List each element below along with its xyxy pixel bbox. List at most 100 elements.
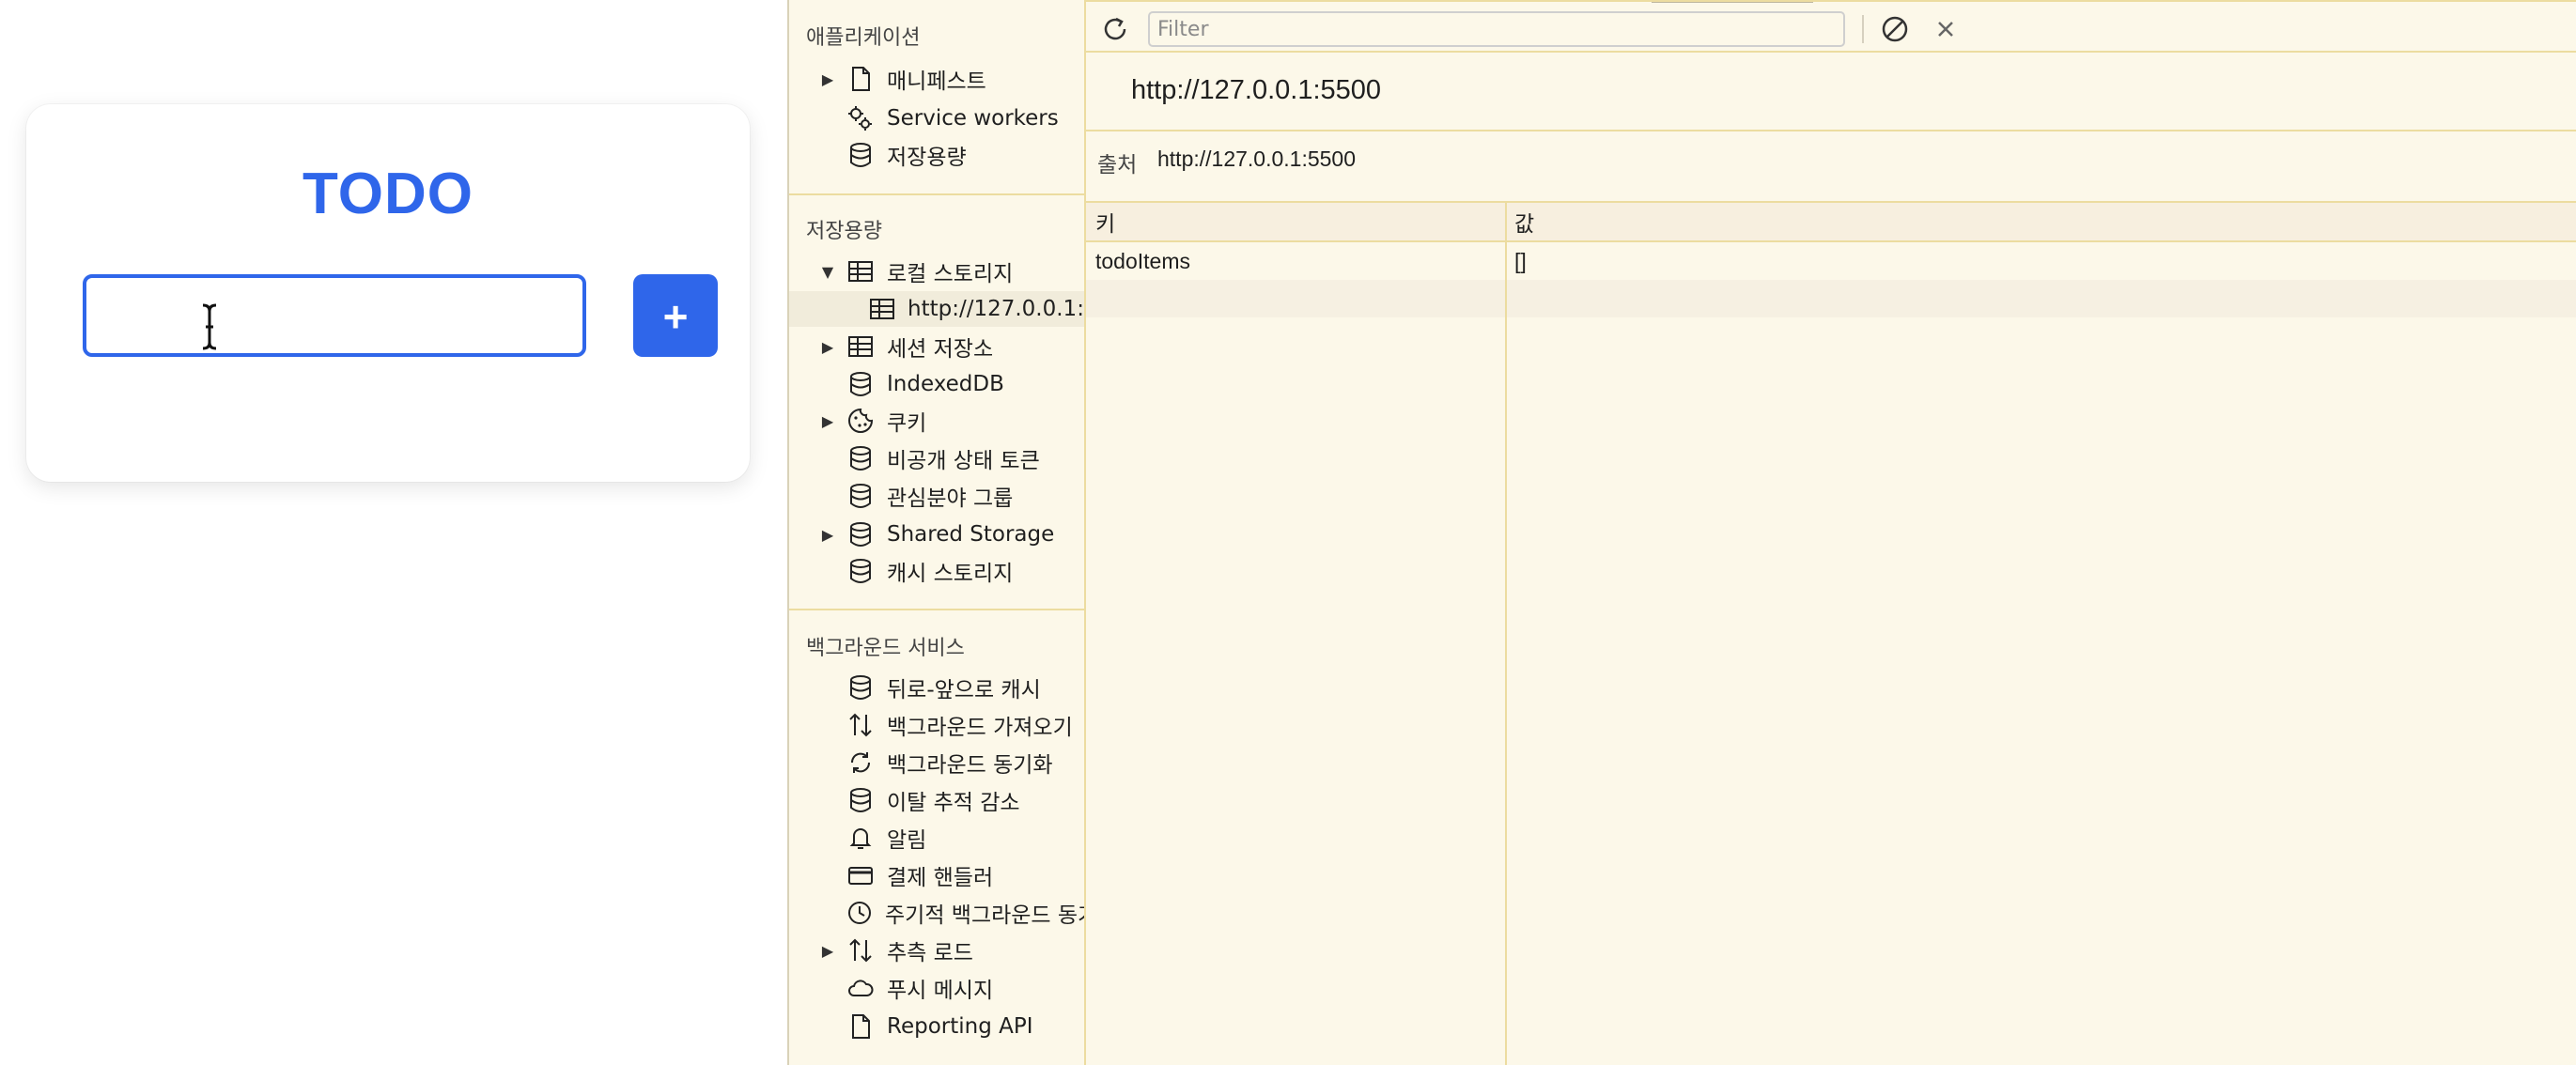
sidebar-item-cache-storage[interactable]: 캐시 스토리지 (789, 553, 1084, 589)
table-row-new[interactable] (1086, 280, 2576, 317)
todo-card: TODO + (26, 104, 750, 482)
clock-icon (846, 898, 874, 928)
local-storage-table: 키 값 todoItems [] (1086, 203, 2576, 1065)
cell-key[interactable]: todoItems (1095, 249, 1190, 274)
sidebar-item-cookies[interactable]: ▶ 쿠키 (789, 403, 1084, 439)
sidebar-item-label: 결제 핸들러 (887, 866, 994, 890)
refresh-icon[interactable] (1099, 13, 1131, 45)
sidebar-item-local-storage[interactable]: ▼ 로컬 스토리지 (789, 254, 1084, 289)
expand-arrow-icon[interactable]: ▶ (819, 526, 836, 544)
todo-input[interactable] (83, 274, 586, 357)
database-icon (846, 140, 876, 170)
sidebar-item-label: IndexedDB (887, 372, 1004, 396)
sidebar-item-label: 백그라운드 동기화 (887, 753, 1053, 778)
table-row[interactable]: todoItems [] (1086, 242, 2576, 280)
database-icon (846, 519, 876, 549)
sidebar-item-label: 알림 (887, 828, 927, 853)
file-icon (846, 64, 876, 94)
sidebar-item-label: 백그라운드 가져오기 (887, 716, 1073, 740)
sidebar-item-bounce-tracking[interactable]: 이탈 추적 감소 (789, 782, 1084, 818)
expand-arrow-icon[interactable]: ▶ (819, 942, 836, 960)
text-cursor-icon (202, 303, 217, 350)
database-icon (846, 369, 876, 399)
expand-arrow-icon[interactable]: ▶ (819, 70, 836, 88)
sidebar-item-session-storage[interactable]: ▶ 세션 저장소 (789, 329, 1084, 364)
sidebar-item-speculative-loads[interactable]: ▶ 추측 로드 (789, 933, 1084, 968)
section-title-application: 애플리케이션 (806, 26, 921, 50)
delete-selected-icon[interactable] (1930, 13, 1962, 45)
add-todo-button[interactable]: + (633, 274, 718, 357)
sidebar-item-label: 매니페스트 (887, 69, 986, 94)
sidebar-item-storage[interactable]: 저장용량 (789, 137, 1084, 173)
sidebar-item-shared-storage[interactable]: ▶ Shared Storage (789, 517, 1084, 552)
table-header-row: 키 값 (1086, 203, 2576, 242)
sidebar-item-background-fetch[interactable]: 백그라운드 가져오기 (789, 707, 1084, 743)
table-icon (846, 256, 876, 286)
bell-icon (846, 823, 876, 853)
sidebar-item-label: Service workers (887, 106, 1059, 131)
origin-value: http://127.0.0.1:5500 (1157, 147, 1357, 171)
application-sidebar: 애플리케이션 ▶ 매니페스트 Service workers 저장용량 저장용량… (789, 0, 1086, 1065)
sidebar-item-notifications[interactable]: 알림 (789, 820, 1084, 856)
sidebar-item-label: 세션 저장소 (887, 337, 994, 362)
gears-icon (846, 103, 876, 133)
sidebar-item-back-forward-cache[interactable]: 뒤로-앞으로 캐시 (789, 670, 1084, 705)
sidebar-item-label: 이탈 추적 감소 (887, 791, 1020, 815)
sidebar-item-manifest[interactable]: ▶ 매니페스트 (789, 61, 1084, 97)
database-icon (846, 481, 876, 511)
sidebar-item-label: 쿠키 (887, 411, 927, 436)
expand-arrow-icon[interactable]: ▶ (819, 338, 836, 356)
sidebar-item-periodic-background-sync[interactable]: 주기적 백그라운드 동기화 (789, 895, 1084, 931)
origin-header-url: http://127.0.0.1:5500 (1131, 75, 1382, 105)
table-icon (846, 332, 876, 362)
origin-header: http://127.0.0.1:5500 (1086, 54, 2576, 131)
sidebar-item-label: 뒤로-앞으로 캐시 (887, 678, 1041, 702)
section-title-storage: 저장용량 (806, 220, 882, 243)
sidebar-item-push-messaging[interactable]: 푸시 메시지 (789, 970, 1084, 1006)
filter-input[interactable] (1148, 11, 1845, 47)
sidebar-item-label: http://127.0.0.1:5500 (908, 297, 1084, 321)
sidebar-divider (789, 193, 1084, 195)
table-icon (868, 294, 896, 324)
sidebar-item-interest-groups[interactable]: 관심분야 그룹 (789, 478, 1084, 514)
database-icon (846, 556, 876, 586)
origin-label: 출처 (1097, 153, 1138, 178)
sidebar-item-label: Shared Storage (887, 522, 1055, 547)
cell-value[interactable]: [] (1514, 249, 1527, 274)
sidebar-item-background-sync[interactable]: 백그라운드 동기화 (789, 745, 1084, 780)
database-icon (846, 672, 876, 702)
column-divider[interactable] (1505, 203, 1507, 1065)
sidebar-item-label: 관심분야 그룹 (887, 486, 1014, 511)
column-header-key[interactable]: 키 (1095, 206, 1115, 238)
sidebar-item-service-workers[interactable]: Service workers (789, 100, 1084, 136)
storage-toolbar (1086, 0, 2576, 53)
sidebar-item-label: 푸시 메시지 (887, 979, 994, 1003)
sidebar-item-label: 로컬 스토리지 (887, 262, 1014, 286)
sidebar-item-label: 캐시 스토리지 (887, 562, 1014, 586)
sidebar-item-payment-handler[interactable]: 결제 핸들러 (789, 857, 1084, 893)
sidebar-item-local-storage-origin[interactable]: http://127.0.0.1:5500 (789, 291, 1084, 327)
database-icon (846, 785, 876, 815)
sidebar-item-label: Reporting API (887, 1014, 1033, 1039)
todo-app-page: TODO + (0, 0, 787, 1065)
devtools-panel: 애플리케이션 ▶ 매니페스트 Service workers 저장용량 저장용량… (787, 0, 2576, 1065)
sidebar-item-label: 비공개 상태 토큰 (887, 449, 1040, 473)
toolbar-separator (1862, 15, 1864, 43)
column-header-value[interactable]: 값 (1514, 206, 1534, 238)
sidebar-item-private-state-tokens[interactable]: 비공개 상태 토큰 (789, 440, 1084, 476)
file-icon (846, 1011, 876, 1042)
clear-all-icon[interactable] (1879, 13, 1911, 45)
up-down-arrows-icon (846, 935, 876, 965)
database-icon (846, 443, 876, 473)
up-down-arrows-icon (846, 710, 876, 740)
collapse-arrow-icon[interactable]: ▼ (819, 263, 836, 281)
sidebar-item-label: 주기적 백그라운드 동기화 (885, 903, 1084, 928)
sidebar-item-reporting-api[interactable]: Reporting API (789, 1009, 1084, 1044)
sidebar-item-indexeddb[interactable]: IndexedDB (789, 366, 1084, 402)
storage-main-pane: http://127.0.0.1:5500 출처 http://127.0.0.… (1086, 0, 2576, 1065)
sync-icon (846, 748, 876, 778)
origin-row: 출처 http://127.0.0.1:5500 (1086, 133, 2576, 203)
sidebar-item-label: 저장용량 (887, 146, 967, 170)
expand-arrow-icon[interactable]: ▶ (819, 412, 836, 430)
section-title-background-services: 백그라운드 서비스 (806, 637, 965, 660)
